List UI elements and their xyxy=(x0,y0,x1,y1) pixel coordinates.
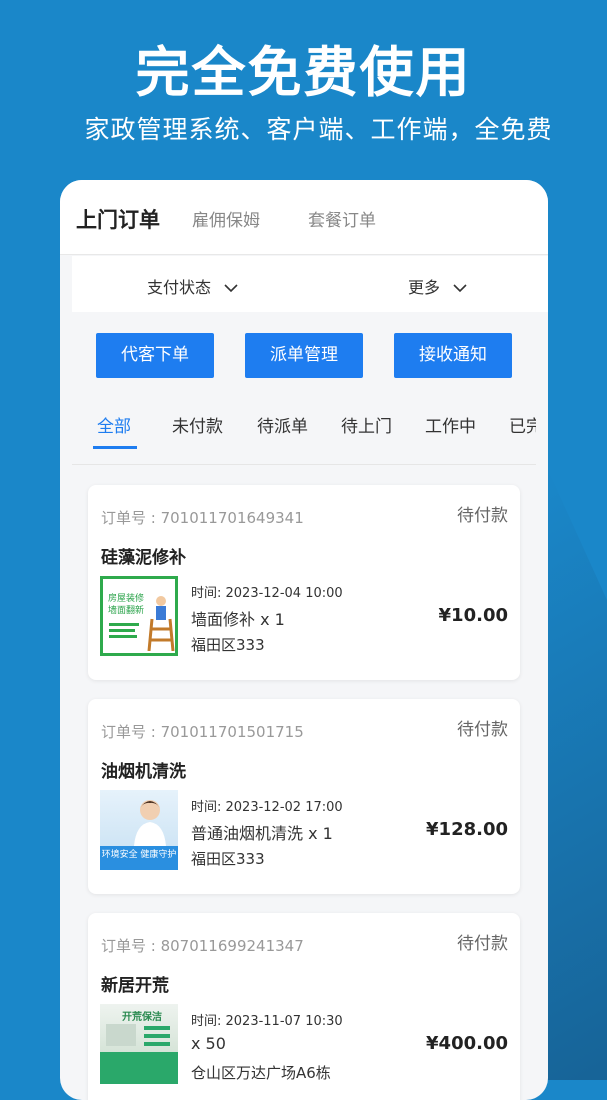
thumbnail-text: 房屋装修 xyxy=(108,594,145,604)
tab-all[interactable]: 全部 xyxy=(93,412,137,449)
promo-headline: 完全免费使用 xyxy=(135,41,472,104)
service-item: x 50 xyxy=(191,1034,226,1053)
tab-pending-visit[interactable]: 待上门 xyxy=(341,412,392,437)
payment-status-filter[interactable]: 支付状态 xyxy=(147,274,238,298)
service-time: 时间: 2023-12-02 17:00 xyxy=(191,800,343,815)
tab-completed[interactable]: 已完成 xyxy=(509,412,536,437)
service-thumbnail: 房屋装修 墙面翻新 xyxy=(100,576,178,656)
order-price: ¥10.00 xyxy=(438,605,508,626)
service-item: 普通油烟机清洗 x 1 xyxy=(191,824,333,843)
service-time: 时间: 2023-11-07 10:30 xyxy=(191,1014,343,1029)
service-thumbnail: 环境安全 健康守护 xyxy=(100,790,178,870)
proxy-order-button[interactable]: 代客下单 xyxy=(96,333,214,378)
order-type-tabs: 上门订单 雇佣保姆 套餐订单 xyxy=(60,180,548,255)
order-number: 订单号 : 701011701649341 xyxy=(101,509,304,527)
thumbnail-text: 环境安全 健康守护 xyxy=(101,850,177,860)
order-card[interactable]: 订单号 : 701011701501715 待付款 油烟机清洗 环境安全 健康守… xyxy=(88,699,520,894)
service-time: 时间: 2023-12-04 10:00 xyxy=(191,586,343,601)
worker-icon xyxy=(134,800,166,846)
ladder-icon xyxy=(147,596,175,651)
tab-home-orders[interactable]: 上门订单 xyxy=(76,204,160,238)
service-address: 福田区333 xyxy=(191,636,265,654)
order-card[interactable]: 订单号 : 701011701649341 待付款 硅藻泥修补 房屋装修 墙面翻… xyxy=(88,485,520,680)
order-status: 待付款 xyxy=(457,720,508,740)
chevron-down-icon xyxy=(453,284,467,293)
service-name: 油烟机清洗 xyxy=(101,762,186,782)
tab-unpaid[interactable]: 未付款 xyxy=(172,412,223,437)
status-tabs: 全部 未付款 待派单 待上门 工作中 已完成 xyxy=(72,394,536,465)
order-price: ¥400.00 xyxy=(426,1033,508,1054)
order-price: ¥128.00 xyxy=(426,819,508,840)
service-name: 硅藻泥修补 xyxy=(101,548,186,568)
promo-subline: 家政管理系统、客户端、工作端，全免费 xyxy=(84,115,553,144)
order-status: 待付款 xyxy=(457,934,508,954)
tab-in-progress[interactable]: 工作中 xyxy=(425,412,476,437)
tab-pending-dispatch[interactable]: 待派单 xyxy=(257,412,308,437)
order-card[interactable]: 订单号 : 807011699241347 待付款 新居开荒 开荒保洁 时间: … xyxy=(88,913,520,1100)
service-item: 墙面修补 x 1 xyxy=(191,610,285,629)
order-number: 订单号 : 701011701501715 xyxy=(101,723,304,741)
service-address: 福田区333 xyxy=(191,850,265,868)
order-status: 待付款 xyxy=(457,506,508,526)
service-thumbnail: 开荒保洁 xyxy=(100,1004,178,1084)
service-name: 新居开荒 xyxy=(101,976,169,996)
tab-hire-nanny[interactable]: 雇佣保姆 xyxy=(192,206,260,231)
filter-bar: 支付状态 更多 xyxy=(72,256,548,312)
receive-notification-button[interactable]: 接收通知 xyxy=(394,333,512,378)
chevron-down-icon xyxy=(224,284,238,293)
more-filter[interactable]: 更多 xyxy=(408,274,467,298)
payment-status-label: 支付状态 xyxy=(147,278,212,297)
thumbnail-text: 墙面翻新 xyxy=(108,606,145,616)
more-label: 更多 xyxy=(408,278,441,297)
dispatch-management-button[interactable]: 派单管理 xyxy=(245,333,363,378)
phone-screen: 上门订单 雇佣保姆 套餐订单 支付状态 更多 代客下单 派单管理 接收通知 全部… xyxy=(60,180,548,1100)
tab-package-orders[interactable]: 套餐订单 xyxy=(308,206,376,231)
order-number: 订单号 : 807011699241347 xyxy=(101,937,304,955)
thumbnail-text: 开荒保洁 xyxy=(122,1012,162,1023)
